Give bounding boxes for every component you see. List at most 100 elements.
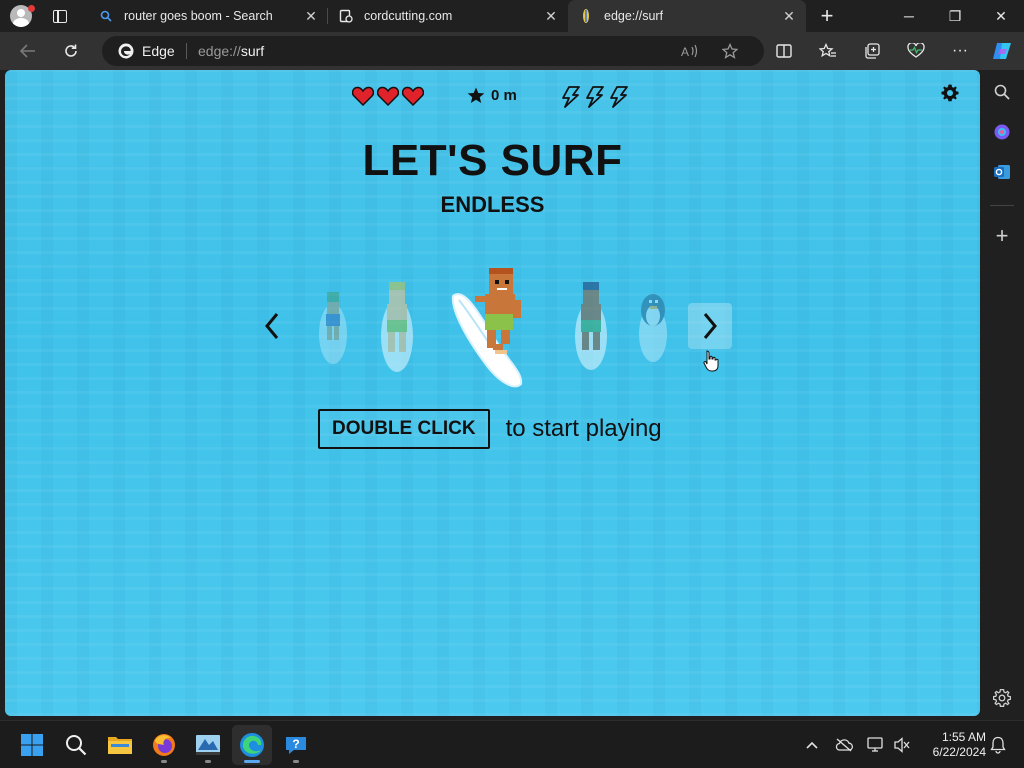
game-mode-label: ENDLESS: [440, 192, 545, 217]
next-character-button[interactable]: [688, 303, 732, 349]
page-icon: [338, 8, 354, 24]
notification-dot: [28, 5, 35, 12]
address-divider: [186, 43, 187, 59]
tab-search[interactable]: router goes boom - Search ✕: [86, 0, 326, 32]
start-prompt: DOUBLE CLICK to start playing: [318, 409, 662, 449]
toolbar: Edge edge://surf A ···: [0, 32, 1024, 70]
url-scheme: edge://: [198, 43, 241, 59]
tab-surf[interactable]: edge://surf ✕: [568, 0, 806, 32]
tab-cordcutting[interactable]: cordcutting.com ✕: [328, 0, 568, 32]
more-menu-button[interactable]: ···: [946, 37, 974, 65]
firefox-icon: [153, 734, 175, 756]
start-button[interactable]: [12, 725, 52, 765]
chevron-left-icon: [265, 313, 279, 339]
file-explorer-button[interactable]: [100, 725, 140, 765]
lightning-bolt-icon: [562, 86, 580, 108]
close-tab-icon[interactable]: ✕: [542, 7, 560, 25]
edge-button[interactable]: [232, 725, 272, 765]
character-option-2[interactable]: [377, 280, 417, 379]
svg-text:?: ?: [292, 737, 299, 751]
new-tab-button[interactable]: +: [815, 3, 839, 28]
search-icon: [66, 735, 87, 756]
windows-taskbar: ? 1:55 AM 6/22/2024: [0, 720, 1024, 768]
tab-label: edge://surf: [604, 9, 664, 23]
sidebar-copilot-icon[interactable]: [988, 118, 1016, 146]
file-explorer-icon: [108, 737, 132, 754]
running-indicator: [161, 760, 167, 763]
heart-icon: [352, 86, 374, 106]
mouse-pointer-icon: [703, 350, 719, 372]
minimize-button[interactable]: ─: [886, 0, 932, 32]
network-icon[interactable]: [866, 735, 886, 755]
show-hidden-icons-chevron-icon[interactable]: [802, 735, 822, 755]
url-path: surf: [240, 43, 265, 59]
heart-icon: [377, 86, 399, 106]
edge-logo-icon: [118, 43, 134, 59]
get-help-button[interactable]: ?: [276, 725, 316, 765]
favorites-button[interactable]: [814, 37, 842, 65]
app-icon: [196, 735, 220, 755]
edge-sidebar: +: [980, 70, 1024, 720]
tab-actions-button[interactable]: [48, 4, 72, 28]
lives-indicator: [352, 86, 424, 106]
volume-muted-icon[interactable]: [892, 735, 912, 755]
speed-boosts-indicator: [560, 86, 630, 108]
close-tab-icon[interactable]: ✕: [302, 7, 320, 25]
active-indicator: [244, 760, 260, 763]
distance-counter: 0 m: [467, 87, 517, 104]
taskbar-search-button[interactable]: [56, 725, 96, 765]
restore-button[interactable]: ❐: [932, 0, 978, 32]
sidebar-outlook-icon[interactable]: [988, 158, 1016, 186]
sidebar-search-icon[interactable]: [988, 78, 1016, 106]
site-identity-label: Edge: [142, 43, 175, 59]
favorite-star-icon[interactable]: [718, 39, 742, 63]
character-option-selected[interactable]: [445, 266, 535, 395]
double-click-button[interactable]: DOUBLE CLICK: [318, 409, 490, 449]
heart-icon: [402, 86, 424, 106]
system-clock[interactable]: 1:55 AM 6/22/2024: [916, 730, 986, 760]
tab-label: router goes boom - Search: [124, 9, 273, 23]
tab-actions-icon: [53, 9, 67, 23]
clock-time: 1:55 AM: [941, 730, 986, 744]
settings-gear-icon[interactable]: [941, 84, 963, 106]
distance-value: 0 m: [491, 87, 517, 104]
running-indicator: [293, 760, 299, 763]
read-aloud-icon[interactable]: A: [678, 39, 702, 63]
address-bar[interactable]: Edge edge://surf A: [102, 36, 764, 66]
collections-button[interactable]: [858, 37, 886, 65]
chevron-right-icon: [703, 313, 717, 339]
start-icon: [21, 734, 43, 756]
close-tab-icon[interactable]: ✕: [780, 7, 798, 25]
running-indicator: [205, 760, 211, 763]
help-icon: ?: [286, 737, 306, 754]
url-text[interactable]: edge://surf: [198, 43, 264, 59]
lightning-bolt-icon: [610, 86, 628, 108]
search-icon: [98, 8, 114, 24]
browser-essentials-button[interactable]: [902, 37, 930, 65]
sidebar-settings-gear-icon[interactable]: [988, 684, 1016, 712]
previous-character-button[interactable]: [250, 303, 294, 349]
close-window-button[interactable]: ✕: [978, 0, 1024, 32]
notifications-bell-icon[interactable]: [988, 735, 1008, 755]
sidebar-add-icon[interactable]: +: [988, 222, 1016, 250]
character-option-1[interactable]: [315, 286, 351, 371]
firefox-button[interactable]: [144, 725, 184, 765]
surf-game-canvas[interactable]: 0 m LET'S SURF ENDLESS DOUBLE CLICK to s…: [5, 70, 980, 716]
star-icon: [467, 87, 485, 103]
sidebar-divider: [990, 205, 1014, 206]
game-title: LET'S SURF: [362, 136, 623, 185]
character-option-4[interactable]: [571, 280, 611, 377]
game-hud: 0 m: [5, 86, 980, 110]
copilot-icon[interactable]: [988, 37, 1016, 65]
tab-label: cordcutting.com: [364, 9, 453, 23]
onedrive-offline-icon[interactable]: [834, 735, 854, 755]
lightning-bolt-icon: [586, 86, 604, 108]
start-instruction-text: to start playing: [505, 415, 662, 442]
pinned-app-button[interactable]: [188, 725, 228, 765]
split-screen-button[interactable]: [770, 37, 798, 65]
tab-strip: router goes boom - Search ✕ cordcutting.…: [0, 0, 1024, 32]
character-option-penguin[interactable]: [633, 288, 673, 369]
refresh-button[interactable]: [57, 37, 85, 65]
back-button[interactable]: [14, 37, 42, 65]
svg-text:A: A: [681, 45, 689, 58]
